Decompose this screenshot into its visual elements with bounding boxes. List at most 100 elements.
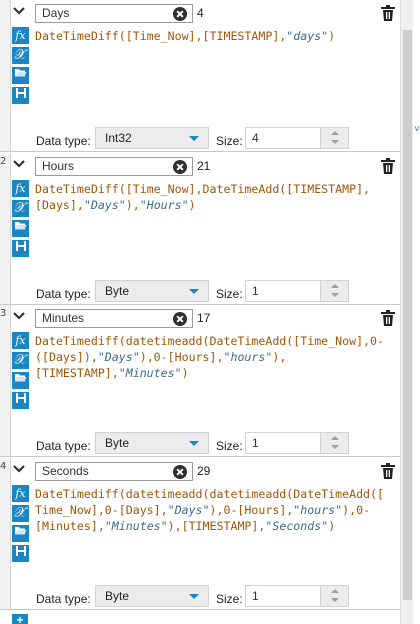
clear-name-icon[interactable] <box>173 312 187 326</box>
expression-toolbar: fx 𝒳 <box>12 27 30 107</box>
field-name-input[interactable]: Hours <box>35 157 193 176</box>
function-icon[interactable]: fx <box>12 485 29 502</box>
row-gutter: 4 <box>0 458 11 609</box>
data-type-value: Byte <box>105 284 130 298</box>
expression-editor[interactable]: DateTimeDiff([Time_Now],[TIMESTAMP],"day… <box>35 28 392 118</box>
size-stepper[interactable]: 1 <box>245 585 349 607</box>
size-label: Size: <box>216 287 243 301</box>
variable-icon[interactable]: 𝒳 <box>12 200 29 217</box>
clear-name-icon[interactable] <box>173 160 187 174</box>
data-type-value: Byte <box>105 589 130 603</box>
field-number: 29 <box>197 464 211 478</box>
folder-open-icon[interactable] <box>12 525 29 542</box>
function-icon[interactable]: fx <box>12 180 29 197</box>
variable-icon[interactable]: 𝒳 <box>12 352 29 369</box>
spin-buttons[interactable] <box>320 128 348 148</box>
data-type-label: Data type: <box>36 439 91 453</box>
folder-open-icon[interactable] <box>12 372 29 389</box>
row-index: 4 <box>0 461 7 472</box>
trash-icon[interactable] <box>381 158 395 174</box>
data-type-dropdown[interactable]: Byte <box>95 432 209 454</box>
row-gutter: 3 <box>0 305 11 456</box>
expression-editor[interactable]: DateTimediff(datetimeadd(datetimeadd(Dat… <box>35 486 392 576</box>
expression-string-token: "Days" <box>167 503 210 517</box>
function-icon[interactable]: fx <box>12 332 29 349</box>
vertical-scrollbar[interactable] <box>400 0 413 624</box>
scrollbar-thumb[interactable] <box>403 30 412 600</box>
expression-token: ),[TIMESTAMP], <box>167 519 266 533</box>
save-icon[interactable] <box>12 240 29 257</box>
expression-string-token: "Days" <box>83 198 126 212</box>
caret-down-icon <box>189 441 199 446</box>
arrow-down-icon[interactable] <box>331 445 339 449</box>
expression-string-token: "Hours" <box>139 198 189 212</box>
variable-icon[interactable]: 𝒳 <box>12 505 29 522</box>
expression-toolbar: fx 𝒳 <box>12 485 30 565</box>
spin-buttons[interactable] <box>320 281 348 301</box>
save-icon[interactable] <box>12 392 29 409</box>
arrow-up-icon[interactable] <box>331 284 339 288</box>
size-label: Size: <box>216 134 243 148</box>
size-value: 1 <box>252 436 259 450</box>
expression-string-token: "Minutes" <box>118 366 182 380</box>
size-stepper[interactable]: 4 <box>245 127 349 149</box>
arrow-down-icon[interactable] <box>331 140 339 144</box>
spin-buttons[interactable] <box>320 433 348 453</box>
expression-token: ), <box>125 198 140 212</box>
field-name-input[interactable]: Seconds <box>35 462 193 481</box>
data-type-dropdown[interactable]: Int32 <box>95 127 209 149</box>
expression-token: ),0-[Hours], <box>209 503 294 517</box>
size-value: 4 <box>252 131 259 145</box>
save-icon[interactable] <box>12 545 29 562</box>
expression-token: DateTimeDiff([Time_Now],[TIMESTAMP], <box>35 29 287 43</box>
size-stepper[interactable]: 1 <box>245 432 349 454</box>
field-number: 21 <box>197 159 211 173</box>
spin-buttons[interactable] <box>320 586 348 606</box>
data-type-dropdown[interactable]: Byte <box>95 585 209 607</box>
row-index: 3 <box>0 308 7 319</box>
expression-string-token: "Seconds" <box>265 519 329 533</box>
expression-editor[interactable]: DateTimeDiff([Time_Now],DateTimeAdd([TIM… <box>35 181 392 271</box>
data-type-label: Data type: <box>36 592 91 606</box>
row-gutter: 2 <box>0 153 11 304</box>
chevron-down-icon[interactable] <box>12 159 26 169</box>
field-number: 4 <box>197 6 204 20</box>
field-name-input[interactable]: Minutes <box>35 309 193 328</box>
function-icon[interactable]: fx <box>12 27 29 44</box>
trash-icon[interactable] <box>381 310 395 326</box>
arrow-up-icon[interactable] <box>331 436 339 440</box>
expression-editor[interactable]: DateTimediff(datetimeadd(DateTimeAdd([Ti… <box>35 333 392 423</box>
add-field-button[interactable]: + <box>12 614 28 624</box>
expression-string-token: "hours" <box>293 503 343 517</box>
edge-marker-icon: ˅ <box>414 124 420 135</box>
arrow-down-icon[interactable] <box>331 598 339 602</box>
clear-name-icon[interactable] <box>173 465 187 479</box>
chevron-down-icon[interactable] <box>12 464 26 474</box>
data-type-dropdown[interactable]: Byte <box>95 280 209 302</box>
trash-icon[interactable] <box>381 5 395 21</box>
size-value: 1 <box>252 284 259 298</box>
right-edge-strip: ˅ <box>413 0 420 624</box>
expression-token: ) <box>181 366 189 380</box>
arrow-down-icon[interactable] <box>331 293 339 297</box>
clear-name-icon[interactable] <box>173 7 187 21</box>
folder-open-icon[interactable] <box>12 220 29 237</box>
arrow-up-icon[interactable] <box>331 589 339 593</box>
expression-string-token: "days" <box>286 29 329 43</box>
expression-toolbar: fx 𝒳 <box>12 332 30 412</box>
trash-icon[interactable] <box>381 463 395 479</box>
field-number: 17 <box>197 311 211 325</box>
expression-token: ) <box>188 198 196 212</box>
folder-open-icon[interactable] <box>12 67 29 84</box>
variable-icon[interactable]: 𝒳 <box>12 47 29 64</box>
row-index: 2 <box>0 156 7 167</box>
save-icon[interactable] <box>12 87 29 104</box>
field-name-input[interactable]: Days <box>35 4 193 23</box>
data-type-value: Byte <box>105 436 130 450</box>
expression-token: ) <box>328 29 336 43</box>
chevron-down-icon[interactable] <box>12 311 26 321</box>
arrow-up-icon[interactable] <box>331 131 339 135</box>
row-gutter <box>0 0 11 151</box>
chevron-down-icon[interactable] <box>12 6 26 16</box>
size-stepper[interactable]: 1 <box>245 280 349 302</box>
